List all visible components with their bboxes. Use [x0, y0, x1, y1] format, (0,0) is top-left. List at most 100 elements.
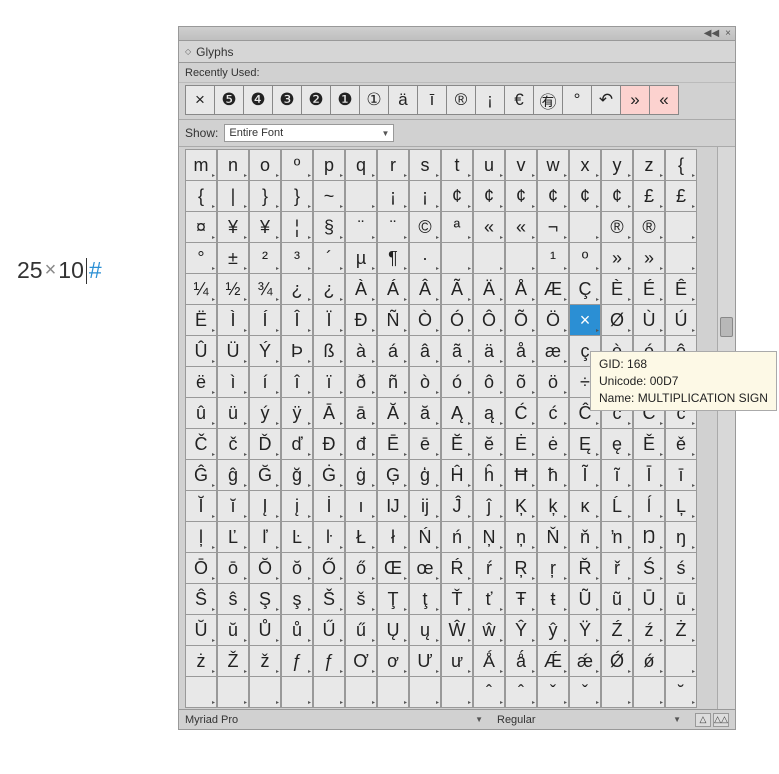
glyph-cell[interactable]: Þ▸ [281, 335, 313, 367]
glyph-cell[interactable]: ŝ▸ [217, 583, 249, 615]
glyph-cell[interactable]: Ŀ▸ [281, 521, 313, 553]
glyph-cell[interactable]: ­▸ [569, 211, 601, 243]
glyph-cell[interactable]: ¬▸ [537, 211, 569, 243]
glyph-cell[interactable]: Ŷ▸ [505, 614, 537, 646]
glyph-cell[interactable]: Ĥ▸ [441, 459, 473, 491]
glyph-cell[interactable]: ģ▸ [409, 459, 441, 491]
glyph-cell[interactable]: ¿▸ [313, 273, 345, 305]
glyph-cell[interactable]: ĸ▸ [569, 490, 601, 522]
recent-glyph[interactable]: ❹ [243, 85, 273, 115]
glyph-cell[interactable]: ¶▸ [377, 242, 409, 274]
glyph-cell[interactable]: Ý▸ [249, 335, 281, 367]
glyph-cell[interactable]: ŋ▸ [665, 521, 697, 553]
glyph-cell[interactable]: ć▸ [537, 397, 569, 429]
glyph-cell[interactable]: Ž▸ [217, 645, 249, 677]
glyph-cell[interactable]: Ǿ▸ [601, 645, 633, 677]
glyph-cell[interactable]: ²▸ [249, 242, 281, 274]
glyph-cell[interactable]: ğ▸ [281, 459, 313, 491]
glyph-cell[interactable]: ŗ▸ [537, 552, 569, 584]
glyph-cell[interactable]: ¦▸ [281, 211, 313, 243]
glyph-cell[interactable]: ę▸ [601, 428, 633, 460]
glyph-cell[interactable]: æ▸ [537, 335, 569, 367]
glyph-cell[interactable]: Œ▸ [377, 552, 409, 584]
glyph-cell[interactable]: ®▸ [601, 211, 633, 243]
glyph-cell[interactable]: ▸ [665, 211, 697, 243]
glyph-cell[interactable]: º▸ [281, 149, 313, 181]
glyph-cell[interactable]: ▸ [377, 676, 409, 708]
glyph-cell[interactable]: ▸ [633, 676, 665, 708]
glyph-cell[interactable]: |▸ [217, 180, 249, 212]
glyph-cell[interactable]: Ŧ▸ [505, 583, 537, 615]
scrollbar[interactable] [717, 147, 735, 709]
glyph-cell[interactable]: ¼▸ [185, 273, 217, 305]
zoom-out-icon[interactable]: △ [695, 713, 711, 727]
glyph-cell[interactable]: ŕ▸ [473, 552, 505, 584]
recent-glyph[interactable]: ä [388, 85, 418, 115]
recent-glyph[interactable]: € [504, 85, 534, 115]
font-style-dropdown[interactable]: Regular ▼ [497, 714, 687, 726]
glyph-cell[interactable]: ˆ▸ [505, 676, 537, 708]
glyph-cell[interactable]: {▸ [185, 180, 217, 212]
glyph-cell[interactable]: ź▸ [633, 614, 665, 646]
glyph-cell[interactable]: Ĭ▸ [185, 490, 217, 522]
glyph-cell[interactable]: ã▸ [441, 335, 473, 367]
glyph-cell[interactable]: ĥ▸ [473, 459, 505, 491]
glyph-cell[interactable]: Ó▸ [441, 304, 473, 336]
glyph-cell[interactable]: Î▸ [281, 304, 313, 336]
glyph-cell[interactable]: ĭ▸ [217, 490, 249, 522]
glyph-cell[interactable]: À▸ [345, 273, 377, 305]
glyph-cell[interactable]: ▸ [441, 242, 473, 274]
glyph-cell[interactable]: ¨▸ [345, 211, 377, 243]
glyph-cell[interactable]: ▸ [185, 676, 217, 708]
glyph-cell[interactable]: ▸ [409, 676, 441, 708]
glyph-cell[interactable]: Ū▸ [633, 583, 665, 615]
glyph-cell[interactable]: Ż▸ [665, 614, 697, 646]
glyph-cell[interactable]: ì▸ [217, 366, 249, 398]
glyph-cell[interactable]: ď▸ [281, 428, 313, 460]
glyph-cell[interactable]: ơ▸ [377, 645, 409, 677]
glyph-cell[interactable]: ķ▸ [537, 490, 569, 522]
glyph-cell[interactable]: Ņ▸ [473, 521, 505, 553]
glyph-cell[interactable]: É▸ [633, 273, 665, 305]
glyph-cell[interactable]: °▸ [185, 242, 217, 274]
glyph-cell[interactable]: Ç▸ [569, 273, 601, 305]
glyph-cell[interactable]: ä▸ [473, 335, 505, 367]
glyph-cell[interactable]: ń▸ [441, 521, 473, 553]
glyph-cell[interactable]: Ŝ▸ [185, 583, 217, 615]
glyph-cell[interactable]: Ü▸ [217, 335, 249, 367]
glyph-cell[interactable]: ī▸ [665, 459, 697, 491]
glyph-cell[interactable]: ă▸ [409, 397, 441, 429]
glyph-cell[interactable]: đ▸ [345, 428, 377, 460]
glyph-cell[interactable]: Ń▸ [409, 521, 441, 553]
glyph-cell[interactable]: Ň▸ [537, 521, 569, 553]
glyph-cell[interactable]: ¢▸ [569, 180, 601, 212]
glyph-cell[interactable]: ·▸ [409, 242, 441, 274]
glyph-cell[interactable]: â▸ [409, 335, 441, 367]
glyph-cell[interactable]: Ť▸ [441, 583, 473, 615]
recent-glyph[interactable]: ① [359, 85, 389, 115]
glyph-cell[interactable]: ƒ▸ [281, 645, 313, 677]
glyph-cell[interactable]: Ñ▸ [377, 304, 409, 336]
glyph-cell[interactable]: Ř▸ [569, 552, 601, 584]
glyph-cell[interactable]: ö▸ [537, 366, 569, 398]
glyph-cell[interactable]: ŵ▸ [473, 614, 505, 646]
glyph-cell[interactable]: Č▸ [185, 428, 217, 460]
glyph-cell[interactable]: x▸ [569, 149, 601, 181]
glyph-cell[interactable]: Ú▸ [665, 304, 697, 336]
glyph-cell[interactable]: Ð▸ [345, 304, 377, 336]
glyph-cell[interactable]: Ų▸ [377, 614, 409, 646]
recent-glyph[interactable]: « [649, 85, 679, 115]
glyph-cell[interactable]: §▸ [313, 211, 345, 243]
glyph-cell[interactable]: ˇ▸ [569, 676, 601, 708]
recent-glyph[interactable]: ī [417, 85, 447, 115]
glyph-cell[interactable]: ▸ [249, 676, 281, 708]
glyph-cell[interactable]: Í▸ [249, 304, 281, 336]
glyph-cell[interactable]: ▸ [665, 242, 697, 274]
glyph-cell[interactable]: ļ▸ [185, 521, 217, 553]
glyph-cell[interactable]: Ŵ▸ [441, 614, 473, 646]
glyph-cell[interactable]: à▸ [345, 335, 377, 367]
glyph-cell[interactable]: Ô▸ [473, 304, 505, 336]
glyph-cell[interactable]: š▸ [345, 583, 377, 615]
glyph-cell[interactable]: ò▸ [409, 366, 441, 398]
glyph-cell[interactable]: Į▸ [249, 490, 281, 522]
